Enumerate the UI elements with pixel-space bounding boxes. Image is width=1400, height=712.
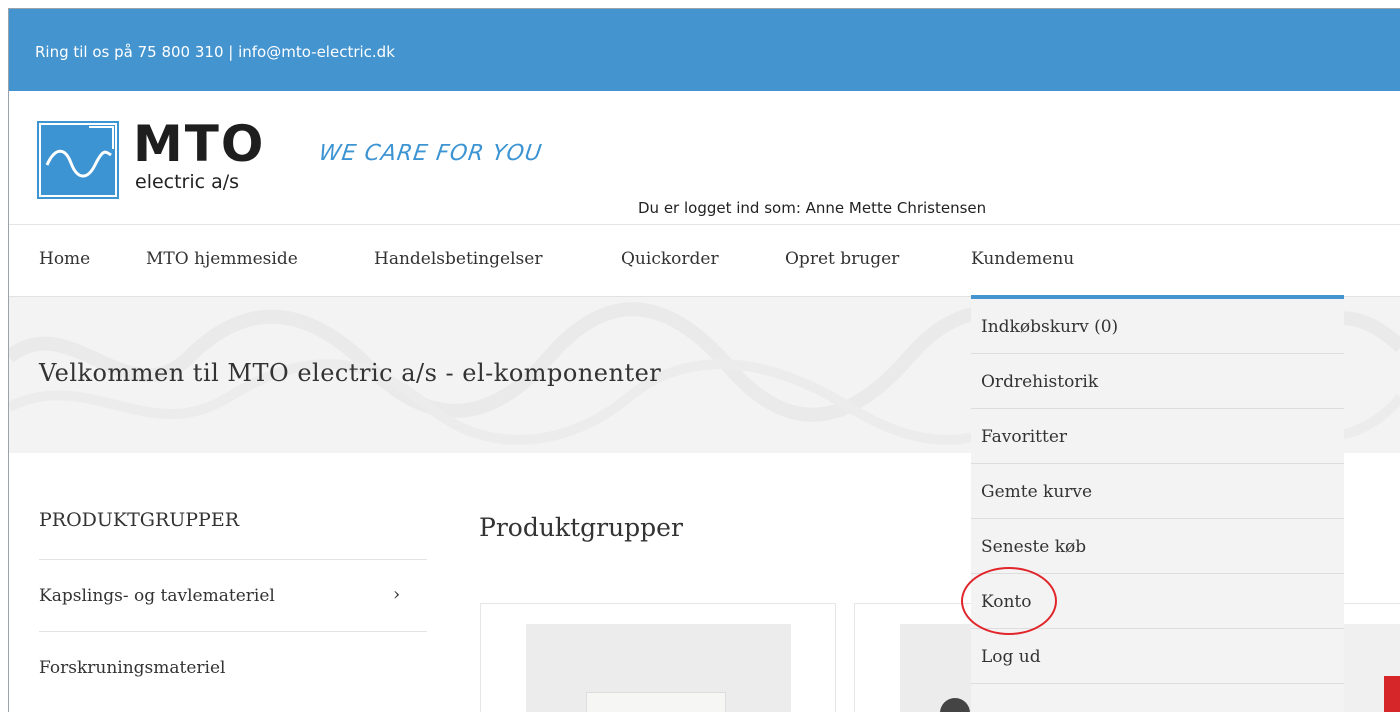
menu-item-label: Konto	[981, 592, 1032, 612]
menu-item-ordrehistorik[interactable]: Ordrehistorik	[971, 354, 1344, 409]
main-section-title: Produktgrupper	[479, 513, 683, 542]
enclosure-image-shape	[586, 692, 726, 712]
logo-brand-text[interactable]: MTO	[133, 119, 265, 169]
menu-item-favoritter[interactable]: Favoritter	[971, 409, 1344, 464]
main-navigation: Home MTO hjemmeside Handelsbetingelser Q…	[9, 225, 1400, 297]
top-contact-bar: Ring til os på 75 800 310 | info@mto-ele…	[9, 9, 1400, 91]
browser-frame: Ring til os på 75 800 310 | info@mto-ele…	[8, 8, 1400, 712]
menu-item-label: Favoritter	[981, 427, 1068, 447]
kundemenu-dropdown: Indkøbskurv (0) Ordrehistorik Favoritter…	[971, 295, 1344, 712]
menu-item-label: Indkøbskurv (0)	[981, 317, 1119, 337]
sidebar-category-forskruning[interactable]: Forskruningsmateriel	[39, 631, 427, 703]
logo-tagline: WE CARE FOR YOU	[317, 141, 544, 166]
logo-subtitle: electric a/s	[135, 171, 240, 193]
red-product-shape	[1384, 676, 1400, 712]
menu-item-label: Log ud	[981, 647, 1041, 667]
logged-in-status: Du er logget ind som: Anne Mette Christe…	[638, 199, 987, 217]
nav-item-mto-hjemmeside[interactable]: MTO hjemmeside	[146, 249, 298, 269]
product-card[interactable]	[480, 603, 836, 712]
sidebar-category-kapslings[interactable]: Kapslings- og tavlemateriel ›	[39, 559, 427, 631]
nav-item-home[interactable]: Home	[39, 249, 90, 269]
category-label: Forskruningsmateriel	[39, 658, 226, 678]
menu-item-label: Gemte kurve	[981, 482, 1093, 502]
nav-item-kundemenu[interactable]: Kundemenu	[971, 249, 1074, 269]
gland-image-shape	[940, 698, 970, 712]
contact-info[interactable]: Ring til os på 75 800 310 | info@mto-ele…	[35, 43, 395, 61]
welcome-title: Velkommen til MTO electric a/s - el-komp…	[39, 359, 662, 387]
menu-item-indkobskurv[interactable]: Indkøbskurv (0)	[971, 299, 1344, 354]
site-header: MTO electric a/s WE CARE FOR YOU Du er l…	[9, 91, 1400, 225]
menu-item-seneste-kob[interactable]: Seneste køb	[971, 519, 1344, 574]
sidebar-heading: PRODUKTGRUPPER	[39, 509, 240, 531]
menu-item-gemte-kurve[interactable]: Gemte kurve	[971, 464, 1344, 519]
menu-item-label: Seneste køb	[981, 537, 1087, 557]
sine-wave-logo-icon[interactable]	[37, 121, 119, 199]
menu-item-label: Ordrehistorik	[981, 372, 1099, 392]
nav-item-handelsbetingelser[interactable]: Handelsbetingelser	[374, 249, 542, 269]
chevron-right-icon[interactable]: ›	[393, 584, 400, 605]
menu-item-log-ud[interactable]: Log ud	[971, 629, 1344, 684]
product-image[interactable]	[526, 624, 791, 712]
nav-item-opret-bruger[interactable]: Opret bruger	[785, 249, 899, 269]
category-label: Kapslings- og tavlemateriel	[39, 586, 275, 606]
menu-item-konto[interactable]: Konto	[971, 574, 1344, 629]
nav-item-quickorder[interactable]: Quickorder	[621, 249, 719, 269]
